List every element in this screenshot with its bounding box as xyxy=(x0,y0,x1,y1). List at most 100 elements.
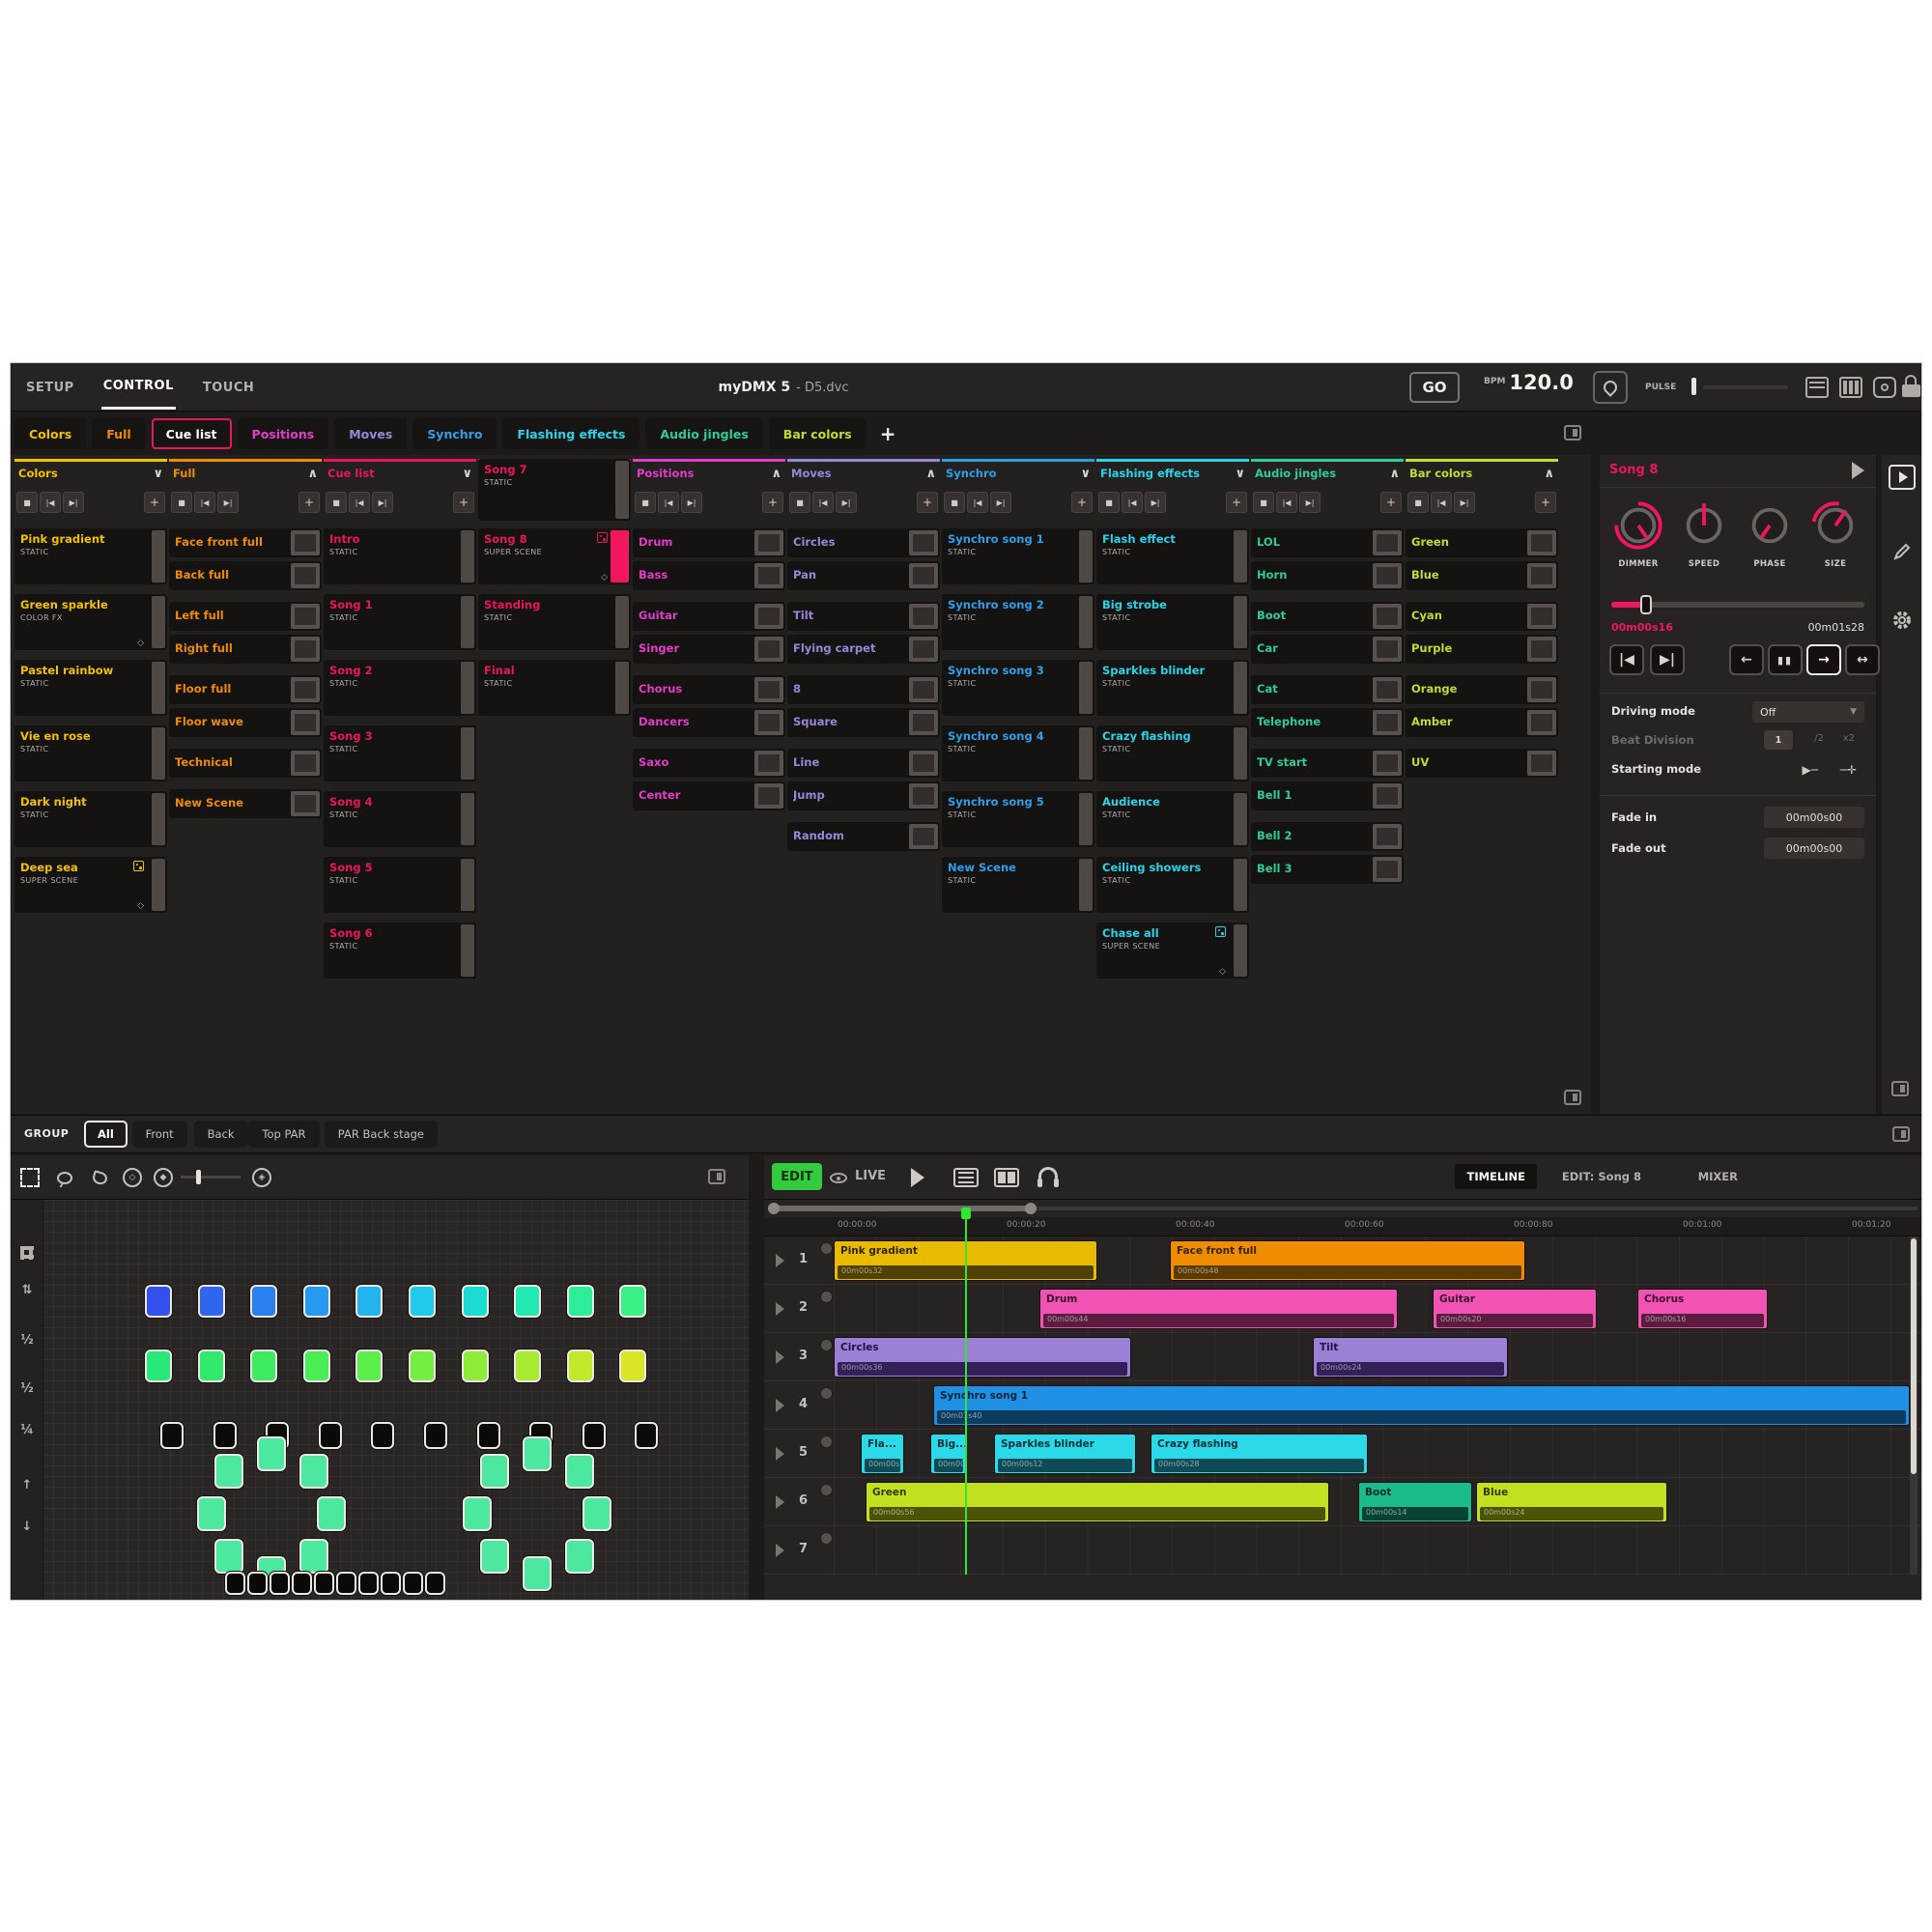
beat-division-1[interactable]: 1 xyxy=(1764,730,1793,750)
next-button[interactable]: ▶| xyxy=(681,492,702,513)
add-scene-button[interactable]: + xyxy=(144,492,165,513)
fixture-row3-7[interactable] xyxy=(477,1422,500,1449)
group-button-top-par[interactable]: Top PAR xyxy=(248,1121,319,1148)
scene-tile-new-scene[interactable]: New SceneSTATIC xyxy=(942,857,1094,913)
add-scene-button[interactable]: + xyxy=(453,492,474,513)
tab-synchro[interactable]: Synchro xyxy=(412,418,497,449)
previous-button[interactable]: |◀ xyxy=(1276,492,1297,513)
fixture-bottom-5[interactable] xyxy=(314,1572,334,1595)
tab-cue-list[interactable]: Cue list xyxy=(152,418,232,449)
clip-green[interactable]: Green00m00s56 xyxy=(866,1482,1329,1522)
stop-button[interactable]: ■ xyxy=(635,492,656,513)
fixture-row3-4[interactable] xyxy=(319,1422,342,1449)
scene-tile-square[interactable]: Square xyxy=(787,708,940,737)
scene-tile-synchro-song-3[interactable]: Synchro song 3STATIC xyxy=(942,660,1094,716)
zoom-fit-icon[interactable]: ◈ xyxy=(248,1164,275,1191)
fixture-ring2-4[interactable] xyxy=(565,1539,594,1574)
scene-fader[interactable] xyxy=(1079,727,1093,780)
scene-tile-drum[interactable]: Drum xyxy=(633,528,785,557)
next-button[interactable]: ▶| xyxy=(1145,492,1166,513)
size-knob[interactable]: SIZE xyxy=(1804,497,1866,569)
fixture-row2-4[interactable] xyxy=(303,1350,330,1382)
track-expand-arrow[interactable] xyxy=(776,1495,784,1509)
next-button[interactable]: ▶| xyxy=(1454,492,1475,513)
track-expand-arrow[interactable] xyxy=(776,1254,784,1267)
scene-tile-telephone[interactable]: Telephone xyxy=(1251,708,1404,737)
hscroll-left-handle[interactable] xyxy=(768,1203,780,1214)
track-toggle-icon[interactable] xyxy=(820,1291,833,1303)
tab-mixer[interactable]: MIXER xyxy=(1687,1164,1749,1189)
tap-tempo-button[interactable] xyxy=(1593,371,1628,404)
scene-fader[interactable] xyxy=(1079,859,1093,911)
player-position-slider[interactable] xyxy=(1611,602,1864,608)
scene-tile-pan[interactable]: Pan xyxy=(787,561,940,590)
strip-collapse-icon[interactable] xyxy=(1891,1081,1909,1096)
scene-tile-car[interactable]: Car xyxy=(1251,635,1404,664)
scene-tile-intro[interactable]: IntroSTATIC xyxy=(324,528,476,584)
scene-tile-chase-all[interactable]: Chase allSUPER SCENE◇ xyxy=(1096,923,1249,979)
scene-fader[interactable] xyxy=(152,793,165,845)
scene-tile-blue[interactable]: Blue xyxy=(1406,561,1558,590)
fixture-bottom-7[interactable] xyxy=(358,1572,379,1595)
fixture-ring2-2[interactable] xyxy=(565,1454,594,1489)
stage-zoom-slider[interactable] xyxy=(181,1176,241,1179)
track-toggle-icon[interactable] xyxy=(820,1387,833,1400)
previous-button[interactable]: |◀ xyxy=(658,492,679,513)
edit-mode-button[interactable]: EDIT xyxy=(772,1163,822,1190)
previous-button[interactable]: |◀ xyxy=(812,492,834,513)
polygon-lasso-tool-icon[interactable] xyxy=(86,1164,113,1191)
chevron-up-icon[interactable]: ∧ xyxy=(1544,467,1554,481)
scene-tile-floor-wave[interactable]: Floor wave xyxy=(169,708,322,737)
scene-fader[interactable] xyxy=(1234,596,1247,648)
lasso-tool-icon[interactable] xyxy=(51,1164,78,1191)
eye-icon[interactable] xyxy=(830,1173,847,1183)
fixture-row1-3[interactable] xyxy=(250,1285,277,1318)
split-view-icon[interactable] xyxy=(994,1168,1019,1187)
fixture-bottom-3[interactable] xyxy=(270,1572,290,1595)
fixture-row1-4[interactable] xyxy=(303,1285,330,1318)
next-button[interactable]: ▶| xyxy=(1299,492,1321,513)
nav-setup[interactable]: SETUP xyxy=(24,367,76,409)
pencil-icon[interactable] xyxy=(1892,542,1912,565)
bounce-button[interactable]: ↔ xyxy=(1845,644,1880,675)
fixture-row3-9[interactable] xyxy=(582,1422,606,1449)
scene-fader[interactable] xyxy=(461,662,474,714)
scene-tile-bell-3[interactable]: Bell 3 xyxy=(1251,855,1404,884)
timeline-play-button[interactable] xyxy=(911,1168,924,1187)
fixture-bottom-10[interactable] xyxy=(425,1572,445,1595)
chevron-up-icon[interactable]: ∧ xyxy=(925,467,936,481)
fixture-row1-5[interactable] xyxy=(355,1285,383,1318)
track-toggle-icon[interactable] xyxy=(820,1339,833,1351)
scene-tile-line[interactable]: Line xyxy=(787,749,940,778)
fixture-ring1-7[interactable] xyxy=(197,1496,226,1531)
player-view-icon[interactable] xyxy=(1889,465,1916,490)
playhead-handle[interactable] xyxy=(961,1208,971,1219)
tab-positions[interactable]: Positions xyxy=(238,418,329,449)
go-next-button[interactable]: ▶| xyxy=(1650,644,1685,675)
scene-tile-left-full[interactable]: Left full xyxy=(169,602,322,631)
clip-blue[interactable]: Blue00m00s24 xyxy=(1476,1482,1667,1522)
scene-tile-floor-full[interactable]: Floor full xyxy=(169,675,322,704)
scene-tile-big-strobe[interactable]: Big strobeSTATIC xyxy=(1096,594,1249,650)
fixture-row2-9[interactable] xyxy=(567,1350,594,1382)
scene-tile-song-4[interactable]: Song 4STATIC xyxy=(324,791,476,847)
fixture-row1-9[interactable] xyxy=(567,1285,594,1318)
stop-button[interactable]: ■ xyxy=(1407,492,1429,513)
bpm-value[interactable]: 120.0 xyxy=(1509,371,1573,394)
next-button[interactable]: ▶| xyxy=(63,492,84,513)
go-previous-button[interactable]: |◀ xyxy=(1609,644,1644,675)
hscroll-right-handle[interactable] xyxy=(1025,1203,1037,1214)
scene-tile-pastel-rainbow[interactable]: Pastel rainbowSTATIC xyxy=(14,660,167,716)
clip-crazy-flashing[interactable]: Crazy flashing00m00s28 xyxy=(1151,1434,1368,1474)
next-button[interactable]: ▶| xyxy=(836,492,857,513)
scene-fader[interactable] xyxy=(461,859,474,911)
select-rect-tool-icon[interactable] xyxy=(16,1164,43,1191)
scene-fader[interactable] xyxy=(615,596,629,648)
group-panel-icon[interactable] xyxy=(1892,1126,1910,1142)
gear-icon[interactable] xyxy=(1891,610,1913,635)
fade-out-value[interactable]: 00m00s00 xyxy=(1764,838,1864,859)
scene-tile-vie-en-rose[interactable]: Vie en roseSTATIC xyxy=(14,725,167,781)
stop-button[interactable]: ■ xyxy=(944,492,965,513)
scene-fader[interactable] xyxy=(615,662,629,714)
scene-fader[interactable] xyxy=(1079,596,1093,648)
